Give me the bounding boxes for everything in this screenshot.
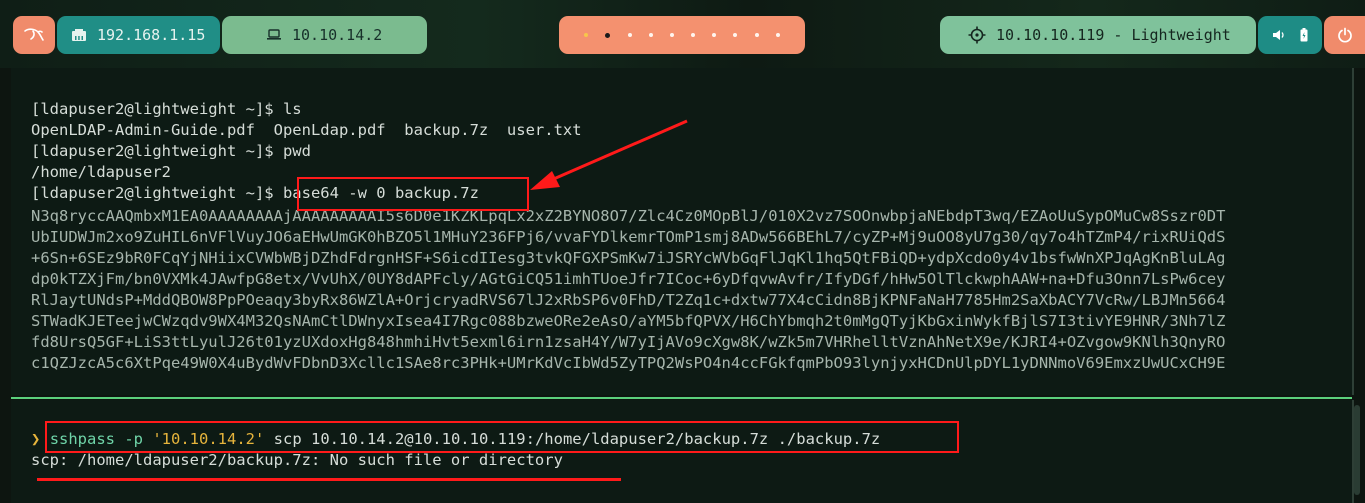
base64-output-line: c1QZJzcA5c6XtPqe49W0X4uBydWvFDbnD3Xcllc1… [31, 354, 1226, 372]
pane-divider[interactable] [11, 397, 1352, 399]
highlight-box-scp-command [45, 421, 959, 453]
scrollbar[interactable] [1354, 405, 1360, 495]
target-label: 10.10.10.119 - Lightweight [996, 26, 1231, 44]
base64-output-line: dp0kTZXjFm/bn0VXMk4JAwfpG8etx/VvUhX/0UY8… [31, 270, 1226, 288]
workspace-dot-1[interactable] [584, 33, 589, 37]
workspace-dot-3[interactable] [627, 33, 632, 37]
power-button[interactable] [1324, 16, 1365, 54]
workspace-dot-5[interactable] [669, 33, 674, 37]
terminal-line: [ldapuser2@lightweight ~]$ ls [31, 100, 302, 118]
battery-icon[interactable] [1300, 28, 1308, 42]
kali-dragon-icon [23, 27, 45, 43]
error-output: scp: /home/ldapuser2/backup.7z: No such … [31, 451, 563, 469]
base64-output-line: RlJaytUNdsP+MddQBOW8PpPOeaqy3byRx86WZlA+… [31, 291, 1226, 309]
vpn-ip-widget[interactable]: 10.10.14.2 [222, 16, 427, 54]
workspace-dot-4[interactable] [648, 33, 653, 37]
volume-icon[interactable] [1272, 29, 1286, 41]
base64-output-line: UbIUDWJm2xo9ZuHIL6nVFlVuyJO6aEHwUmGK0hBZ… [31, 228, 1226, 246]
local-ip-widget[interactable]: 192.168.1.15 [57, 16, 220, 54]
highlight-box-base64-command [297, 177, 529, 211]
terminal-line: [ldapuser2@lightweight ~]$ pwd [31, 142, 311, 160]
workspace-dot-7[interactable] [712, 33, 717, 37]
workspace-dot-9[interactable] [754, 33, 759, 37]
workspace-dot-2[interactable] [605, 32, 611, 38]
power-icon [1337, 27, 1353, 43]
prompt-arrow-icon: ❯ [31, 430, 41, 448]
system-tray[interactable] [1258, 16, 1322, 54]
top-bar: 192.168.1.15 10.10.14.2 10.10.10.119 - L… [0, 0, 1365, 68]
base64-output-line: N3q8ryccAAQmbxM1EA0AAAAAAAAjAAAAAAAAAI5s… [31, 207, 1226, 225]
workspace-switcher[interactable] [559, 16, 805, 54]
local-ip-label: 192.168.1.15 [97, 26, 206, 44]
menu-button[interactable] [13, 16, 55, 54]
vpn-ip-label: 10.10.14.2 [292, 26, 383, 44]
workspace-dot-10[interactable] [775, 33, 780, 37]
base64-output-line: fd8UrsQ5GF+LiS3ttLyulJ26t01yzUXdoxHg848h… [31, 333, 1226, 351]
crosshair-icon [968, 26, 986, 44]
underline-error [37, 478, 621, 481]
terminal-line: OpenLDAP-Admin-Guide.pdf OpenLdap.pdf ba… [31, 121, 582, 139]
workspace-dot-6[interactable] [691, 33, 696, 37]
base64-output-line: +6Sn+6SEz9bR0FCqYjNHiixCVWbWBjDZhdFdrgnH… [31, 249, 1226, 267]
laptop-icon [266, 29, 282, 41]
terminal-line: /home/ldapuser2 [31, 163, 171, 181]
target-widget[interactable]: 10.10.10.119 - Lightweight [940, 16, 1256, 54]
workspace-dot-8[interactable] [733, 33, 738, 37]
ethernet-icon [71, 28, 87, 42]
base64-output-line: STWadKJETeejwCWzqdv9WX4M32QsNAmCtlDWnyxI… [31, 312, 1226, 330]
